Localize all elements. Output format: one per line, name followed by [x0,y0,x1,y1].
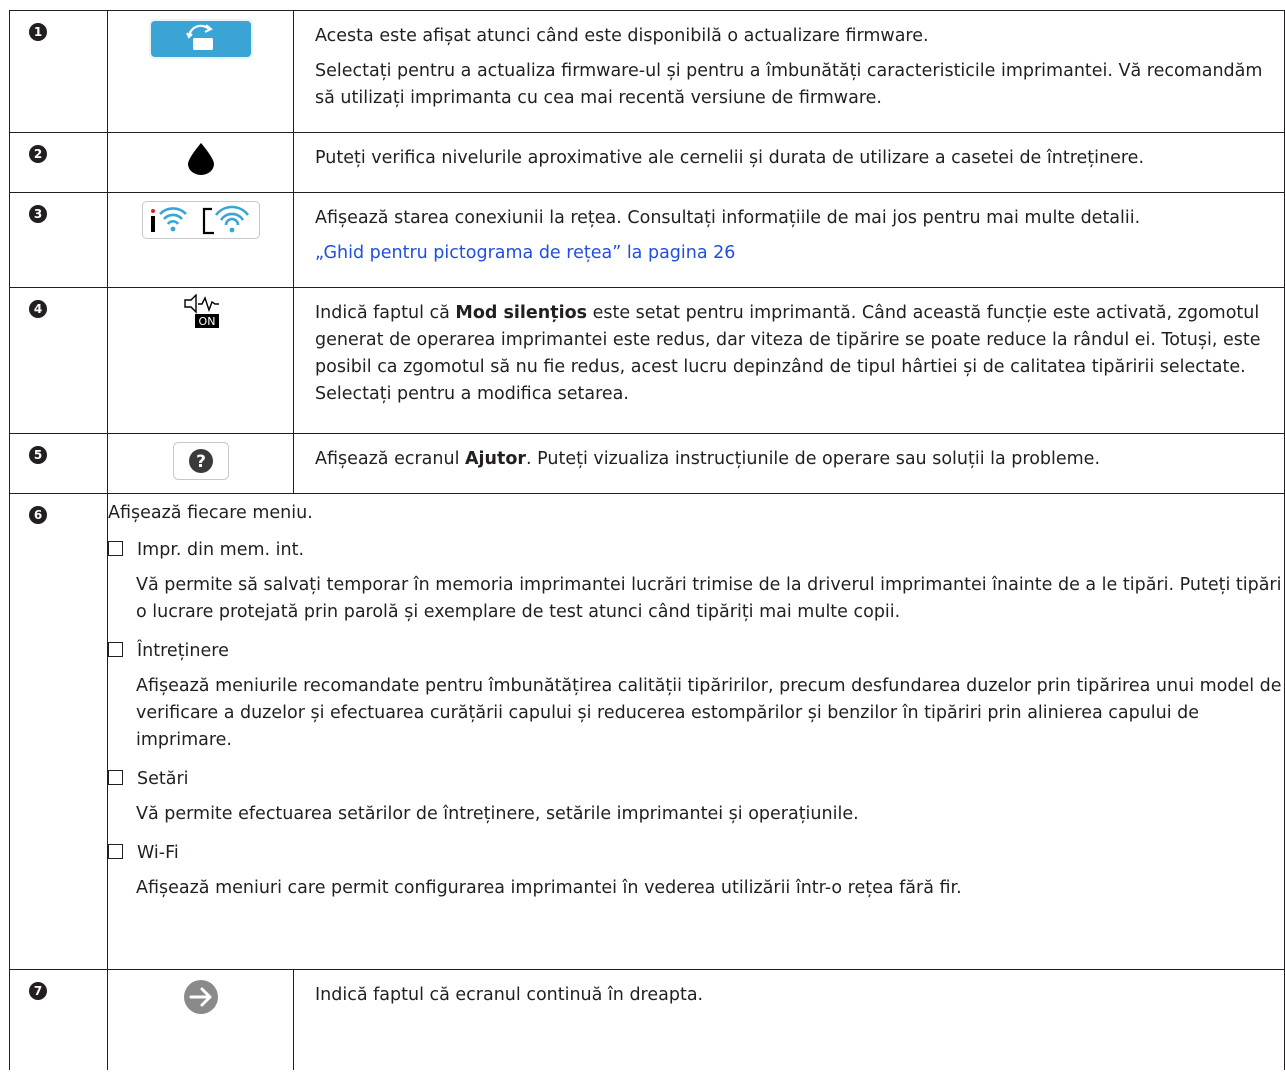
checkbox-bullet-icon [108,770,123,785]
list-item: Impr. din mem. int. [108,537,1284,564]
menu-list: Impr. din mem. int. Vă permite să salvaț… [108,537,1284,902]
row-description: Puteți verifica nivelurile aproximative … [315,148,1145,168]
checkbox-bullet-icon [108,541,123,556]
svg-text:?: ? [196,452,206,472]
row-number-badge: 2 [29,145,47,163]
list-item: Întreținere [108,638,1284,665]
row-description: Afișează ecranul Ajutor. Puteți vizualiz… [315,449,1101,469]
table-row: 2 Puteți verifica nivelurile aproximativ… [9,132,1285,193]
row-description: Acesta este afișat atunci când este disp… [315,26,929,46]
help-icon: ? [172,442,229,489]
next-arrow-icon [182,978,220,1025]
row-number-badge: 6 [29,506,47,524]
svg-text:ON: ON [198,315,215,328]
row-number-badge: 7 [29,982,47,1000]
list-item: Setări [108,766,1284,793]
network-icon-guide-link[interactable]: „Ghid pentru pictograma de rețea” la pag… [315,243,735,263]
row-description: Indică faptul că ecranul continuă în dre… [315,985,704,1005]
checkbox-bullet-icon [108,844,123,859]
table-row: 7 Indică faptul că ecranul continuă în d… [9,969,1285,1070]
network-status-icon [141,201,260,248]
table-row: 4 ON Indică faptul că Mod silențios este… [9,287,1285,434]
row-number-badge: 1 [29,23,47,41]
help-label: Ajutor [465,449,527,469]
ink-drop-icon [187,143,214,184]
icon-guide-table: 1 Acesta este afișat atunci când este di… [9,10,1285,1070]
row-number-badge: 3 [29,205,47,223]
quiet-mode-label: Mod silențios [455,303,588,323]
row-description: Selectați pentru a actualiza firmware-ul… [315,61,1263,108]
table-row: 1 Acesta este afișat atunci când este di… [9,10,1285,133]
list-item: Wi-Fi [108,840,1284,867]
firmware-update-icon [148,19,253,68]
row-description: Afișează fiecare meniu. [108,503,313,523]
table-row: 3 Afișează starea conexiunii la rețea. C… [9,192,1285,288]
row-number-badge: 5 [29,446,47,464]
quiet-mode-icon: ON [181,293,221,341]
table-row: 6 Afișează fiecare meniu. Impr. din mem.… [9,493,1285,970]
checkbox-bullet-icon [108,642,123,657]
row-description: Indică faptul că Mod silențios este seta… [315,303,1261,404]
table-row: 5 ? Afișează ecranul Ajutor. Puteți vizu… [9,433,1285,494]
row-description: Afișează starea conexiunii la rețea. Con… [315,208,1141,228]
row-number-badge: 4 [29,300,47,318]
